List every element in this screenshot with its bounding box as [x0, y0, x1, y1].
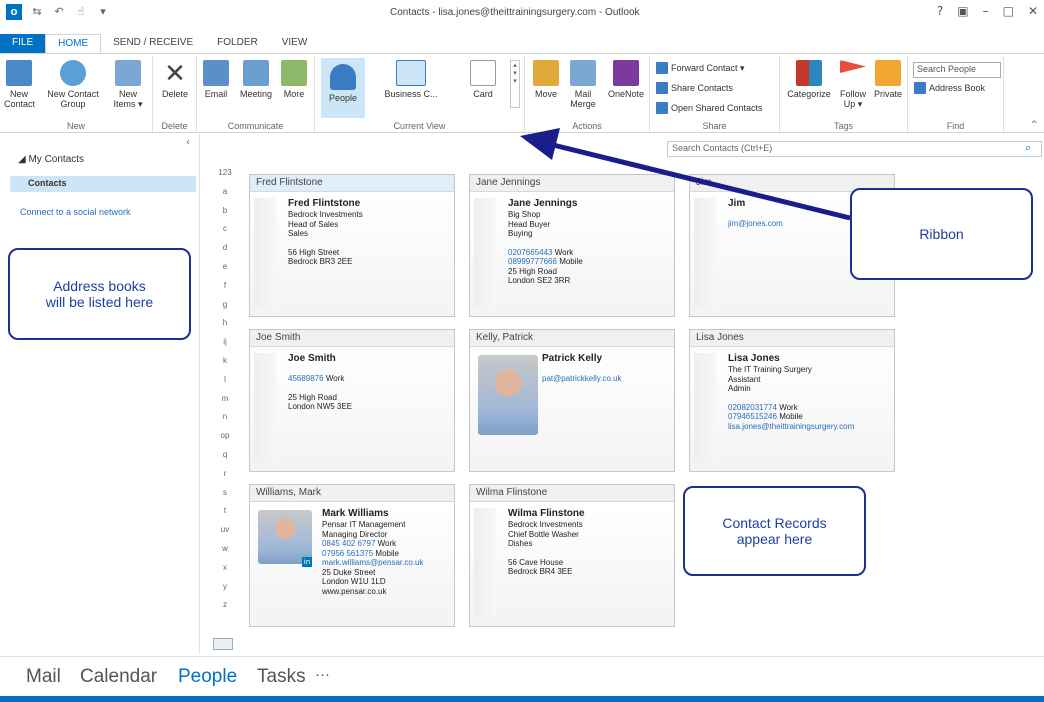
nav-tasks[interactable]: Tasks: [257, 666, 306, 688]
nav-people[interactable]: People: [178, 666, 237, 688]
ribbon-arrow: [520, 128, 851, 221]
nav-more-icon[interactable]: ···: [315, 666, 330, 683]
status-bar: [0, 696, 1044, 702]
nav-mail[interactable]: Mail: [26, 666, 61, 688]
navigation-bar: Mail Calendar People Tasks ···: [0, 656, 1044, 696]
nav-calendar[interactable]: Calendar: [80, 666, 157, 688]
